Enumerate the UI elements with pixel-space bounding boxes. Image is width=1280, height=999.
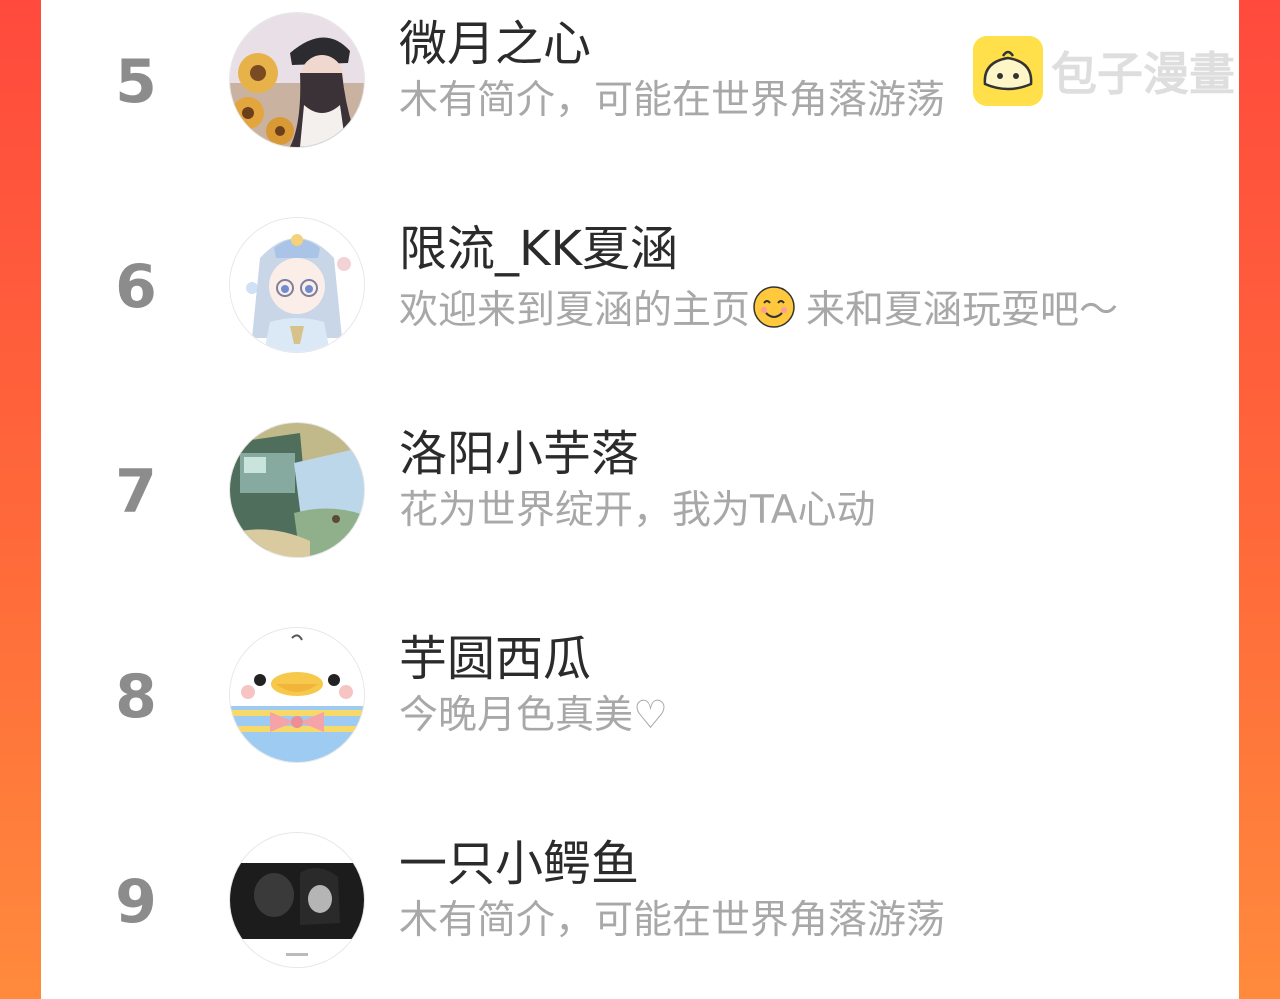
cartoon-duck-avatar-icon <box>230 628 364 762</box>
page-background: 5 微月之心 木有简介，可能在世界角落游荡 6 限流_KK夏涵 欢迎来到夏涵的主… <box>0 0 1280 999</box>
user-name[interactable]: 洛阳小芋落 <box>399 428 639 481</box>
user-bio: 欢迎来到夏涵的主页 来和夏涵玩耍吧～ <box>399 285 1118 333</box>
user-name[interactable]: 芋圆西瓜 <box>399 633 591 686</box>
ranking-row[interactable]: 7 洛阳小芋落 花为世界绽开，我为TA心动 <box>41 410 1239 615</box>
couple-photo-avatar-icon <box>230 833 364 967</box>
smiling-face-emoji-icon <box>753 286 795 328</box>
user-name[interactable]: 微月之心 <box>399 18 591 71</box>
anime-girl-avatar-icon <box>230 218 364 352</box>
ranking-row[interactable]: 6 限流_KK夏涵 欢迎来到夏涵的主页 来和夏涵玩耍吧～ <box>41 205 1239 410</box>
girl-with-sunflowers-avatar-icon <box>230 13 364 147</box>
bun-mascot-icon <box>973 36 1043 106</box>
user-avatar[interactable] <box>230 833 364 967</box>
bio-text: 来和夏涵玩耍吧～ <box>806 288 1119 333</box>
user-bio: 木有简介，可能在世界角落游荡 <box>399 78 946 123</box>
ranking-row[interactable]: 8 芋圆西瓜 今晚月色真美♡ <box>41 615 1239 820</box>
user-bio: 花为世界绽开，我为TA心动 <box>399 488 876 533</box>
user-avatar[interactable] <box>230 13 364 147</box>
rank-number: 7 <box>115 457 157 527</box>
landscape-collage-avatar-icon <box>230 423 364 557</box>
user-avatar[interactable] <box>230 423 364 557</box>
watermark-text: 包子漫畫 <box>1051 47 1235 101</box>
user-bio: 木有简介，可能在世界角落游荡 <box>399 898 946 943</box>
rank-number: 5 <box>115 47 157 117</box>
bio-text: 欢迎来到夏涵的主页 <box>399 288 751 333</box>
user-name[interactable]: 一只小鳄鱼 <box>399 838 639 891</box>
rank-number: 8 <box>115 662 157 732</box>
user-avatar[interactable] <box>230 628 364 762</box>
user-bio: 今晚月色真美♡ <box>399 693 668 738</box>
ranking-panel: 5 微月之心 木有简介，可能在世界角落游荡 6 限流_KK夏涵 欢迎来到夏涵的主… <box>41 0 1239 999</box>
rank-number: 9 <box>115 867 157 937</box>
user-avatar[interactable] <box>230 218 364 352</box>
user-name[interactable]: 限流_KK夏涵 <box>399 223 678 276</box>
watermark: 包子漫畫 <box>973 36 1235 106</box>
ranking-row[interactable]: 9 一只小鳄鱼 木有简介，可能在世界角落游荡 <box>41 820 1239 999</box>
rank-number: 6 <box>115 252 157 322</box>
